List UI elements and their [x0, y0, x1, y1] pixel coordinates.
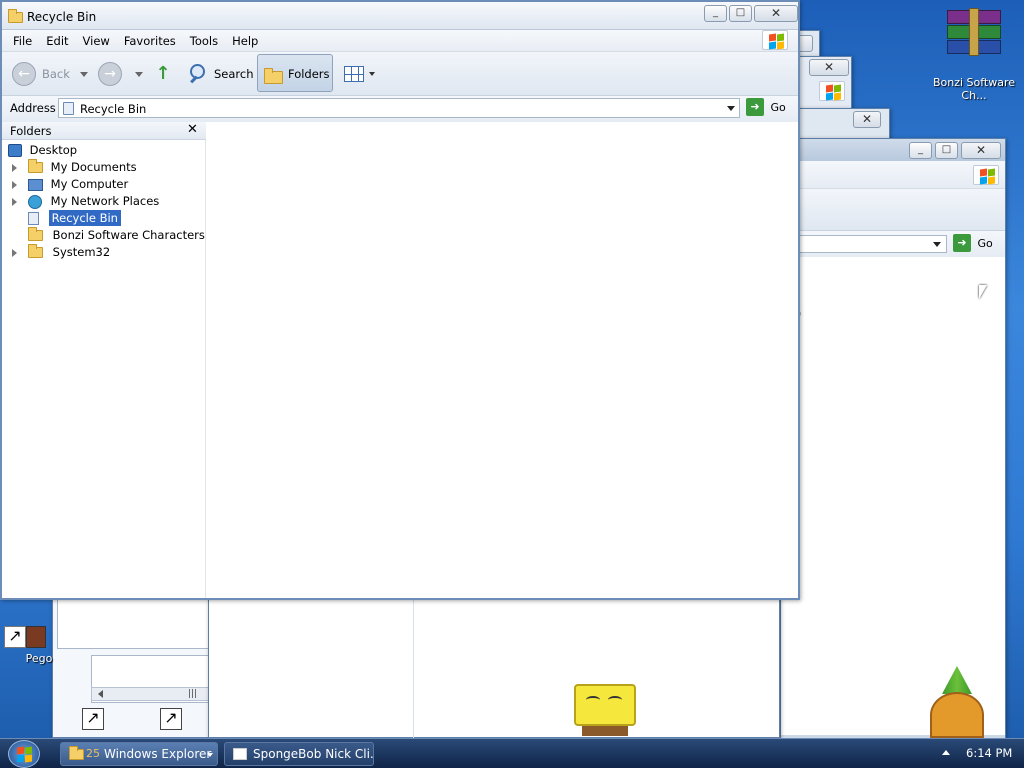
desktop-icon-label: Bonzi Software Ch...: [932, 76, 1016, 102]
close-button[interactable]: ✕: [754, 5, 798, 22]
expand-arrow-icon[interactable]: [12, 249, 17, 257]
tree-item-system32[interactable]: System32: [12, 244, 110, 261]
address-bar[interactable]: [795, 235, 947, 253]
show-hidden-icons-button[interactable]: [942, 750, 950, 755]
tree-item-my-documents[interactable]: My Documents: [12, 159, 137, 176]
views-grid-icon: [344, 66, 364, 82]
go-button[interactable]: ➜ Go: [746, 98, 794, 118]
windows-logo-icon: [819, 81, 845, 101]
background-window-lower[interactable]: |||: [52, 598, 212, 738]
toolbar: ← Back → ↑ Search Folders: [2, 52, 798, 96]
folder-icon: [8, 9, 23, 23]
clock[interactable]: 6:14 PM: [966, 746, 1012, 760]
folders-button[interactable]: Folders: [257, 54, 333, 92]
folder-icon: [28, 159, 43, 173]
explorer-window[interactable]: Recycle Bin _ □ ✕ File Edit View Favorites T…: [0, 0, 800, 600]
title-bar[interactable]: Recycle Bin _ □ ✕: [2, 2, 798, 30]
recycle-bin-icon: [63, 102, 74, 115]
close-button[interactable]: ✕: [809, 59, 849, 76]
folders-pane-header: Folders ✕: [2, 122, 206, 140]
taskbar-button-windows-explorer[interactable]: 25 Windows Explorer: [60, 742, 218, 766]
back-arrow-icon: ←: [12, 62, 36, 86]
desktop-icon-bonzi[interactable]: Bonzi Software Ch...: [928, 4, 1020, 108]
folders-pane: Folders ✕ Desktop My Documents My Comput…: [2, 122, 206, 598]
maximize-button[interactable]: □: [935, 142, 958, 159]
menu-tools[interactable]: Tools: [183, 30, 225, 52]
address-row: Address Recycle Bin ➜ Go: [2, 96, 798, 122]
expand-arrow-icon[interactable]: [12, 164, 17, 172]
up-folder-button[interactable]: ↑: [152, 62, 174, 86]
address-bar[interactable]: Recycle Bin: [58, 98, 740, 118]
menu-help[interactable]: Help: [225, 30, 265, 52]
dropdown-arrow-icon[interactable]: [727, 106, 735, 111]
maximize-button[interactable]: □: [729, 5, 752, 22]
background-explorer-window[interactable]: _ □ ✕ ➜ Go ): [780, 138, 1006, 739]
content-area[interactable]: [207, 122, 798, 598]
desktop-icon-label: Pego: [25, 652, 53, 665]
recycle-bin-icon: [28, 212, 39, 225]
close-button[interactable]: ✕: [961, 142, 1001, 159]
horizontal-scrollbar[interactable]: |||: [91, 687, 209, 701]
minimize-button[interactable]: _: [909, 142, 932, 159]
computer-icon: [28, 178, 43, 191]
menu-bar: File Edit View Favorites Tools Help: [2, 30, 798, 52]
winrar-icon: [943, 8, 1005, 60]
folder-icon: [264, 68, 283, 84]
tree-item-recycle-bin[interactable]: Recycle Bin: [28, 210, 121, 227]
forward-button[interactable]: →: [98, 62, 122, 86]
menu-edit[interactable]: Edit: [39, 30, 75, 52]
views-button[interactable]: [342, 62, 378, 86]
folder-icon: [28, 244, 43, 258]
expand-arrow-icon[interactable]: [12, 181, 17, 189]
shortcut-icon[interactable]: ↗: [82, 708, 104, 730]
folder-icon: [28, 227, 43, 241]
close-pane-icon[interactable]: ✕: [187, 122, 198, 137]
windows-logo-icon: [11, 744, 37, 764]
tree-item-my-network-places[interactable]: My Network Places: [12, 193, 159, 210]
windows-logo-icon: [973, 165, 999, 185]
windows-logo-icon: [762, 30, 788, 50]
chevron-down-icon: [207, 753, 213, 757]
back-button[interactable]: ← Back: [12, 62, 74, 86]
menu-favorites[interactable]: Favorites: [117, 30, 183, 52]
window-title: Recycle Bin: [27, 10, 97, 24]
spongebob-character-icon: [574, 684, 636, 738]
folder-icon: [69, 746, 84, 760]
forward-dropdown-icon[interactable]: [135, 72, 143, 77]
taskbar-button-spongebob[interactable]: SpongeBob Nick Cli...: [224, 742, 374, 766]
back-dropdown-icon[interactable]: [80, 72, 88, 77]
go-arrow-icon: ➜: [746, 98, 764, 116]
tree-item-bonzi[interactable]: Bonzi Software Characters: [28, 227, 205, 244]
dropdown-arrow-icon[interactable]: [933, 242, 941, 247]
mouse-cursor-icon: [979, 285, 987, 299]
start-button[interactable]: [8, 740, 40, 768]
search-button[interactable]: Search: [186, 62, 254, 86]
expand-arrow-icon[interactable]: [12, 198, 17, 206]
pineapple-house-icon: [928, 666, 990, 738]
tree-item-desktop[interactable]: Desktop: [8, 142, 77, 159]
window-icon: [233, 748, 247, 760]
go-button[interactable]: ➜ Go: [953, 234, 1001, 254]
menu-view[interactable]: View: [76, 30, 117, 52]
go-arrow-icon: ➜: [953, 234, 971, 252]
minimize-button[interactable]: _: [704, 5, 727, 22]
tree-item-my-computer[interactable]: My Computer: [12, 176, 128, 193]
desktop-icon: [8, 144, 22, 157]
address-label: Address: [10, 101, 56, 115]
taskbar: 25 Windows Explorer SpongeBob Nick Cli..…: [0, 738, 1024, 768]
menu-file[interactable]: File: [6, 30, 39, 52]
window-count-badge: 25: [86, 747, 100, 760]
close-button[interactable]: ✕: [853, 111, 881, 128]
background-content-window[interactable]: [208, 598, 780, 739]
network-globe-icon: [28, 194, 42, 209]
shortcut-icon: ↗: [4, 626, 26, 648]
shortcut-icon[interactable]: ↗: [160, 708, 182, 730]
